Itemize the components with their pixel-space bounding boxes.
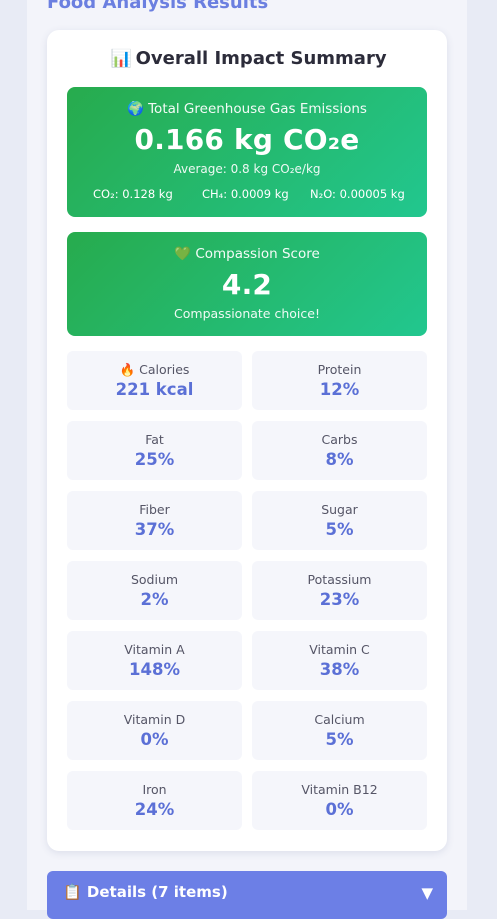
summary-heading-text: Overall Impact Summary xyxy=(135,48,387,69)
nutrient-value: 24% xyxy=(134,800,175,819)
nutrient-label: Vitamin A xyxy=(124,642,185,657)
nutrient-tile-protein: Protein 12% xyxy=(252,351,427,410)
nutrient-label: Fat xyxy=(145,432,164,447)
nutrient-tile-sodium: Sodium 2% xyxy=(67,561,242,620)
nutrient-label: Vitamin B12 xyxy=(301,782,378,797)
ghg-label: 🌍 Total Greenhouse Gas Emissions xyxy=(67,101,427,117)
nutrient-label: Iron xyxy=(142,782,167,797)
nutrient-tile-calories: 🔥 Calories 221 kcal xyxy=(67,351,242,410)
compassion-label: 💚 Compassion Score xyxy=(67,246,427,262)
nutrient-tile-fat: Fat 25% xyxy=(67,421,242,480)
details-title: 📋 Details (7 items) xyxy=(63,883,228,901)
nutrient-value: 23% xyxy=(319,590,360,609)
nutrient-label: Sodium xyxy=(130,572,179,587)
nutrient-value: 2% xyxy=(140,590,169,609)
nutrient-tile-vitamin-a: Vitamin A 148% xyxy=(67,631,242,690)
nutrient-label: Vitamin D xyxy=(123,712,186,727)
nutrient-value: 0% xyxy=(325,800,354,819)
page-title: Food Analysis Results xyxy=(47,0,269,13)
details-toggle-button[interactable]: 📋 Details (7 items) ▼ xyxy=(47,871,447,919)
nutrient-value: 5% xyxy=(325,520,354,539)
nutrient-value: 148% xyxy=(129,660,180,679)
globe-icon: 🌍 xyxy=(127,101,144,117)
nutrient-value: 0% xyxy=(140,730,169,749)
compassion-score-value: 4.2 xyxy=(221,268,273,301)
bar-chart-icon: 📊 xyxy=(110,49,132,69)
nutrient-tile-vitamin-c: Vitamin C 38% xyxy=(252,631,427,690)
nutrient-label: Vitamin C xyxy=(309,642,370,657)
nutrient-value: 12% xyxy=(319,380,360,399)
ghg-emissions-box: 🌍 Total Greenhouse Gas Emissions 0.166 k… xyxy=(67,87,427,217)
compassion-label-text: Compassion Score xyxy=(195,246,320,262)
compassion-message: Compassionate choice! xyxy=(174,306,320,321)
nutrient-label: Protein xyxy=(317,362,362,377)
nutrient-label: Carbs xyxy=(321,432,358,447)
n2o-value: N₂O: 0.00005 kg xyxy=(310,187,405,201)
nutrient-label: Sugar xyxy=(321,502,358,517)
nutrient-tile-vitamin-b12: Vitamin B12 0% xyxy=(252,771,427,830)
nutrient-value: 221 kcal xyxy=(115,380,194,399)
nutrient-tile-sugar: Sugar 5% xyxy=(252,491,427,550)
ch4-value: CH₄: 0.0009 kg xyxy=(202,187,289,201)
nutrient-label: 🔥 Calories xyxy=(119,362,190,377)
nutrient-tile-iron: Iron 24% xyxy=(67,771,242,830)
nutrient-tile-vitamin-d: Vitamin D 0% xyxy=(67,701,242,760)
co2-value: CO₂: 0.128 kg xyxy=(93,187,173,201)
ghg-average: Average: 0.8 kg CO₂e/kg xyxy=(173,162,321,176)
nutrient-value: 25% xyxy=(134,450,175,469)
nutrient-value: 38% xyxy=(319,660,360,679)
nutrient-tile-potassium: Potassium 23% xyxy=(252,561,427,620)
nutrient-tile-calcium: Calcium 5% xyxy=(252,701,427,760)
ghg-total-value: 0.166 kg CO₂e xyxy=(134,123,360,156)
details-title-text: Details (7 items) xyxy=(86,883,228,901)
chevron-down-icon: ▼ xyxy=(421,884,433,902)
nutrient-label: Calcium xyxy=(314,712,365,727)
nutrient-label: Fiber xyxy=(139,502,170,517)
compassion-score-box: 💚 Compassion Score 4.2 Compassionate cho… xyxy=(67,232,427,336)
nutrient-value: 37% xyxy=(134,520,175,539)
fire-icon: 🔥 xyxy=(119,362,136,377)
nutrient-value: 8% xyxy=(325,450,354,469)
nutrient-value: 5% xyxy=(325,730,354,749)
ghg-label-text: Total Greenhouse Gas Emissions xyxy=(148,101,367,117)
nutrient-tile-carbs: Carbs 8% xyxy=(252,421,427,480)
green-heart-icon: 💚 xyxy=(174,246,192,262)
clipboard-icon: 📋 xyxy=(63,883,82,901)
nutrient-tile-fiber: Fiber 37% xyxy=(67,491,242,550)
nutrient-label: Potassium xyxy=(307,572,372,587)
summary-heading: 📊 Overall Impact Summary xyxy=(0,48,497,69)
